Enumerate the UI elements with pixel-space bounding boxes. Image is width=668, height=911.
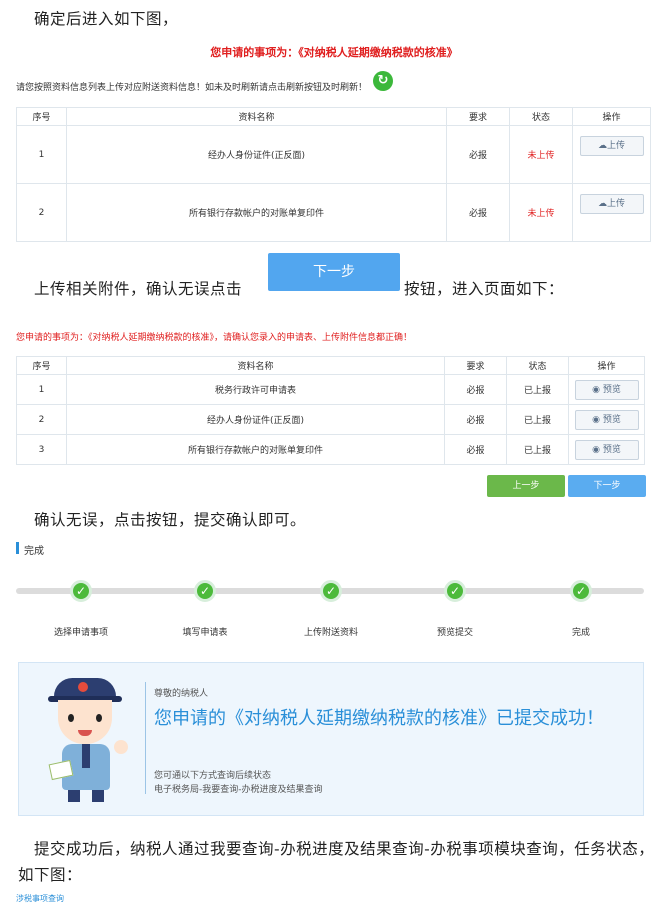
cloud-upload-icon: ☁ bbox=[597, 141, 607, 151]
table-row: 2 所有银行存款帐户的对账单复印件 必报 未上传 ☁上传 bbox=[16, 183, 651, 242]
step-label: 上传附送资料 bbox=[303, 628, 358, 638]
hint-line-2: 电子税务局-我要查询-办税进度及结果查询 bbox=[154, 785, 323, 795]
next-step-button[interactable]: 下一步 bbox=[568, 475, 646, 497]
card-divider bbox=[145, 682, 146, 794]
check-icon: ✓ bbox=[325, 584, 337, 598]
footer-label: 涉税事项查询 bbox=[16, 894, 64, 903]
confirm-paragraph: 确认无误，点击按钮，提交确认即可。 bbox=[34, 511, 307, 529]
check-icon: ✓ bbox=[199, 584, 211, 598]
col-status: 状态 bbox=[509, 107, 573, 126]
step-label: 填写申请表 bbox=[182, 628, 228, 638]
table-row: 3 所有银行存款帐户的对账单复印件 必报 已上报 ◉ 预览 bbox=[16, 434, 645, 465]
col-req: 要求 bbox=[446, 107, 510, 126]
instruction-before: 上传相关附件，确认无误点击 bbox=[34, 280, 243, 298]
check-icon: ✓ bbox=[449, 584, 461, 598]
hint-line-1: 您可通以下方式查询后续状态 bbox=[154, 771, 272, 781]
eye-icon: ◉ bbox=[592, 444, 603, 455]
col-name: 资料名称 bbox=[66, 107, 447, 126]
preview-button[interactable]: ◉ 预览 bbox=[574, 409, 639, 430]
tax-officer-mascot-icon bbox=[40, 676, 140, 804]
table-row: 1 经办人身份证件(正反面) 必报 未上传 ☁上传 bbox=[16, 125, 651, 184]
attachment-table: 序号 资料名称 要求 状态 操作 1 经办人身份证件(正反面) 必报 未上传 ☁… bbox=[16, 107, 651, 242]
next-step-button-image[interactable]: 下一步 bbox=[268, 253, 400, 291]
upload-notice: 请您按照资料信息列表上传对应附送资料信息！如未及时刷新请点击刷新按钮及时刷新！ bbox=[16, 83, 368, 93]
eye-icon: ◉ bbox=[592, 384, 603, 395]
upload-button[interactable]: ☁上传 bbox=[579, 194, 644, 214]
table-header: 序号 资料名称 要求 状态 操作 bbox=[16, 356, 645, 375]
step-label: 预览提交 bbox=[436, 628, 473, 638]
upload-button[interactable]: ☁上传 bbox=[579, 136, 644, 156]
step-label: 选择申请事项 bbox=[53, 628, 108, 638]
col-action: 操作 bbox=[572, 107, 651, 126]
result-paragraph: 提交成功后，纳税人通过我要查询-办税进度及结果查询-办税事项模块查询，任务状态，… bbox=[18, 840, 655, 884]
table-header: 序号 资料名称 要求 状态 操作 bbox=[16, 107, 651, 126]
check-icon: ✓ bbox=[575, 584, 587, 598]
preview-button[interactable]: ◉ 预览 bbox=[574, 439, 639, 460]
table-row: 2 经办人身份证件(正反面) 必报 已上报 ◉ 预览 bbox=[16, 404, 645, 435]
check-icon: ✓ bbox=[75, 584, 87, 598]
eye-icon: ◉ bbox=[592, 414, 603, 425]
section-marker bbox=[16, 542, 19, 554]
prev-step-button[interactable]: 上一步 bbox=[487, 475, 565, 497]
matter-heading: 您申请的事项为：《对纳税人延期缴纳税款的核准》 bbox=[210, 46, 458, 59]
confirm-table: 序号 资料名称 要求 状态 操作 1 税务行政许可申请表 必报 已上报 ◉ 预览… bbox=[16, 356, 645, 465]
intro-paragraph: 确定后进入如下图， bbox=[34, 10, 179, 28]
step-label: 完成 bbox=[571, 628, 590, 638]
refresh-icon[interactable]: ↻ bbox=[373, 71, 393, 91]
section-title: 完成 bbox=[24, 546, 44, 557]
col-no: 序号 bbox=[16, 107, 67, 126]
confirm-heading: 您申请的事项为：《对纳税人延期缴纳税款的核准》，请确认您录入的申请表、上传附件信… bbox=[16, 333, 413, 343]
table-row: 1 税务行政许可申请表 必报 已上报 ◉ 预览 bbox=[16, 374, 645, 405]
instruction-after: 按钮，进入页面如下： bbox=[404, 280, 565, 298]
greeting: 尊敬的纳税人 bbox=[154, 689, 209, 699]
success-message: 您申请的《对纳税人延期缴纳税款的核准》已提交成功！ bbox=[154, 708, 604, 729]
preview-button[interactable]: ◉ 预览 bbox=[574, 379, 639, 400]
cloud-upload-icon: ☁ bbox=[597, 199, 607, 209]
